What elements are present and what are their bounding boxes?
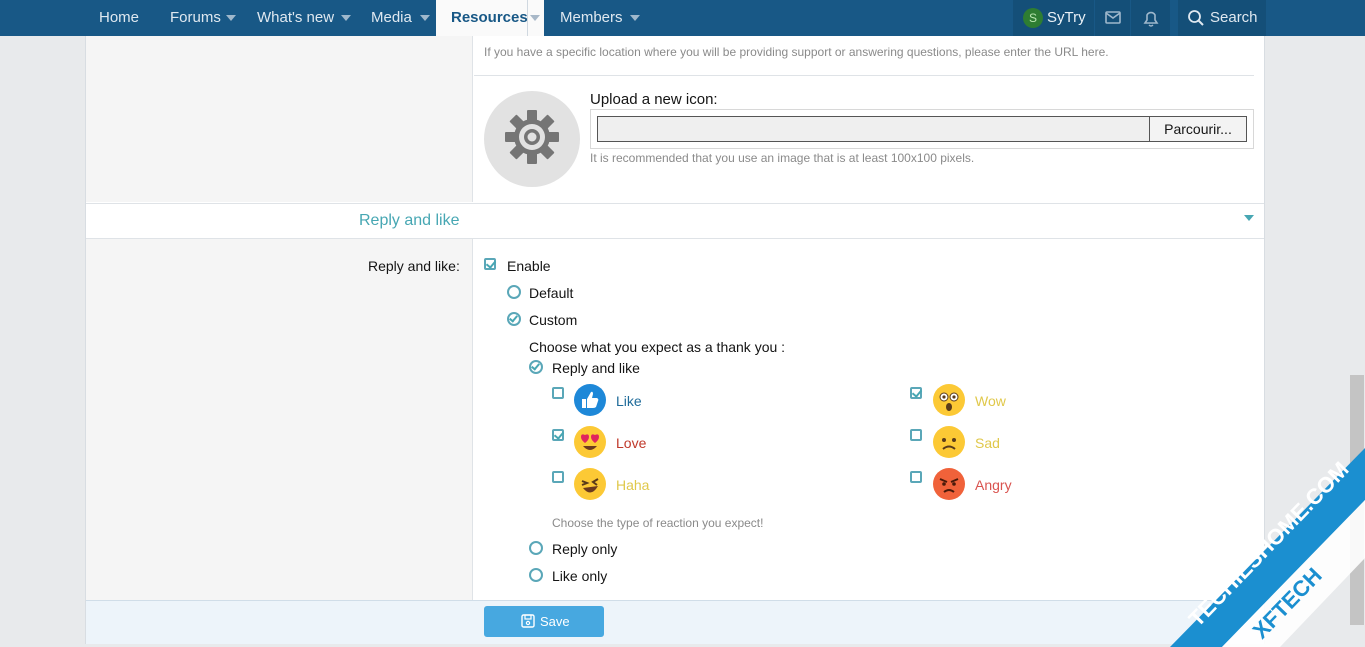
section-title: Reply and like xyxy=(359,212,460,229)
enable-checkbox[interactable] xyxy=(484,258,496,270)
nav-media-label: Media xyxy=(371,9,412,26)
custom-radio[interactable] xyxy=(507,312,521,326)
laughing-face-icon xyxy=(574,468,606,500)
search-button[interactable]: Search xyxy=(1178,0,1266,36)
sad-reaction-checkbox[interactable] xyxy=(910,429,922,441)
default-label: Default xyxy=(529,285,574,301)
chevron-down-icon[interactable] xyxy=(530,15,540,21)
section-header[interactable] xyxy=(86,203,1264,239)
like-only-label: Like only xyxy=(552,568,608,584)
reply-only-radio[interactable] xyxy=(529,541,543,555)
gear-icon xyxy=(505,110,559,164)
choose-expectation-label: Choose what you expect as a thank you : xyxy=(529,339,786,355)
bell-icon xyxy=(1143,11,1159,27)
heart-eyes-face-icon xyxy=(574,426,606,458)
nav-whats-new[interactable]: What's new xyxy=(257,0,351,36)
wow-reaction-label: Wow xyxy=(975,393,1006,409)
envelope-icon xyxy=(1105,11,1121,24)
like-reaction-checkbox[interactable] xyxy=(552,387,564,399)
nav-forums-label: Forums xyxy=(170,9,221,26)
save-icon xyxy=(521,614,535,628)
sad-face-icon xyxy=(933,426,965,458)
chevron-down-icon[interactable] xyxy=(420,15,430,21)
collapse-icon[interactable] xyxy=(1244,215,1254,221)
nav-home[interactable]: Home xyxy=(99,0,139,36)
nav-home-label: Home xyxy=(99,9,140,26)
nav-whats-new-label: What's new xyxy=(257,9,335,26)
search-label: Search xyxy=(1210,9,1258,26)
divider xyxy=(474,75,1254,76)
haha-reaction-label: Haha xyxy=(616,477,650,493)
avatar[interactable]: S xyxy=(1023,8,1043,28)
browse-button[interactable]: Parcourir... xyxy=(1149,116,1247,142)
nav-forums[interactable]: Forums xyxy=(170,0,236,36)
default-radio[interactable] xyxy=(507,285,521,299)
top-navigation: Home Forums What's new Media Resources M… xyxy=(0,0,1365,36)
angry-face-icon xyxy=(933,468,965,500)
alerts-button[interactable] xyxy=(1131,0,1170,36)
like-reaction-label: Like xyxy=(616,393,642,409)
watermark-logo: TECHIESHOME.COM XFTECH xyxy=(1170,448,1365,647)
form-label-column xyxy=(86,239,473,600)
nav-resources-label: Resources xyxy=(451,9,528,26)
nav-divider xyxy=(527,0,528,36)
upload-icon-label: Upload a new icon: xyxy=(590,91,718,108)
nav-members[interactable]: Members xyxy=(560,0,640,36)
upload-icon-hint: It is recommended that you use an image … xyxy=(590,151,975,165)
sad-reaction-label: Sad xyxy=(975,435,1000,451)
form-submit-row xyxy=(86,600,1264,644)
love-reaction-checkbox[interactable] xyxy=(552,429,564,441)
reply-like-field-label: Reply and like: xyxy=(368,258,460,274)
resource-icon-preview xyxy=(484,91,580,187)
nav-members-label: Members xyxy=(560,9,623,26)
reply-and-like-radio[interactable] xyxy=(529,360,543,374)
angry-reaction-checkbox[interactable] xyxy=(910,471,922,483)
angry-reaction-label: Angry xyxy=(975,477,1012,493)
inbox-button[interactable] xyxy=(1095,0,1130,36)
save-button[interactable]: Save xyxy=(484,606,604,637)
chevron-down-icon[interactable] xyxy=(630,15,640,21)
thumbs-up-icon xyxy=(574,384,606,416)
user-name[interactable]: SyTry xyxy=(1047,0,1086,36)
wow-face-icon xyxy=(933,384,965,416)
form-label-column xyxy=(86,36,473,202)
reply-only-label: Reply only xyxy=(552,541,618,557)
location-url-hint: If you have a specific location where yo… xyxy=(484,45,1109,59)
save-label: Save xyxy=(540,614,570,629)
haha-reaction-checkbox[interactable] xyxy=(552,471,564,483)
reply-and-like-label: Reply and like xyxy=(552,360,640,376)
nav-media[interactable]: Media xyxy=(371,0,430,36)
like-only-radio[interactable] xyxy=(529,568,543,582)
enable-label: Enable xyxy=(507,258,551,274)
love-reaction-label: Love xyxy=(616,435,647,451)
custom-label: Custom xyxy=(529,312,578,328)
icon-file-input[interactable] xyxy=(597,116,1149,142)
reactions-hint: Choose the type of reaction you expect! xyxy=(552,516,764,530)
chevron-down-icon[interactable] xyxy=(341,15,351,21)
chevron-down-icon[interactable] xyxy=(226,15,236,21)
wow-reaction-checkbox[interactable] xyxy=(910,387,922,399)
search-icon xyxy=(1188,10,1204,26)
